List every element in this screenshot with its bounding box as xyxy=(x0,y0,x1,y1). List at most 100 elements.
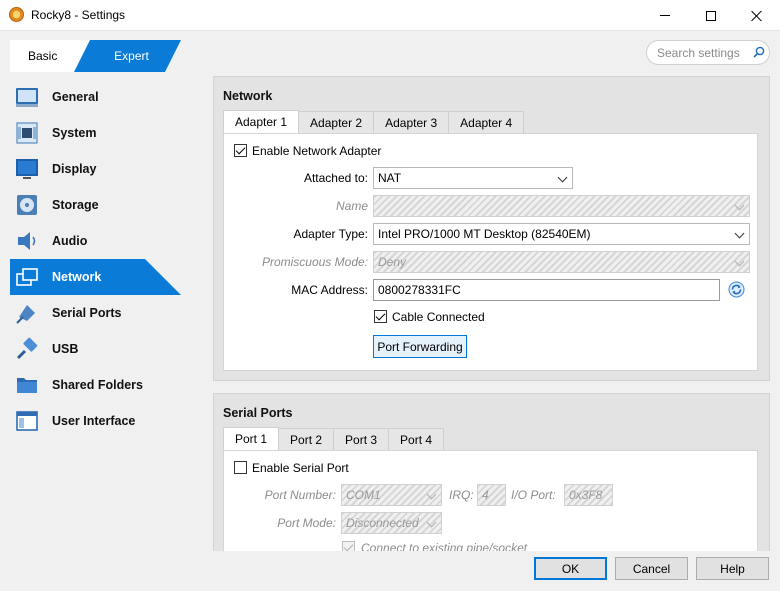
sidebar-item-label: Network xyxy=(52,270,102,284)
port-number-label: Port Number: xyxy=(264,488,336,502)
adapter-type-select[interactable]: Intel PRO/1000 MT Desktop (82540EM) xyxy=(373,223,750,245)
adapter-type-label: Adapter Type: xyxy=(293,227,369,241)
cable-connected-label: Cable Connected xyxy=(392,310,485,324)
tab-adapter-3[interactable]: Adapter 3 xyxy=(373,111,450,133)
general-icon xyxy=(16,88,38,107)
mac-address-label: MAC Address: xyxy=(291,283,368,297)
title-bar: Rocky8 - Settings xyxy=(0,0,780,31)
attached-to-select[interactable]: NAT xyxy=(373,167,573,189)
dialog-button-bar: OK Cancel Help xyxy=(0,551,780,591)
promiscuous-mode-select[interactable]: Deny xyxy=(373,251,750,273)
mac-address-field[interactable]: 0800278331FC xyxy=(373,279,720,301)
expert-mode-button[interactable]: Expert xyxy=(74,40,181,72)
chevron-down-icon xyxy=(734,256,745,267)
promiscuous-mode-value: Deny xyxy=(378,255,407,269)
maximize-icon xyxy=(706,10,716,21)
cancel-button[interactable]: Cancel xyxy=(615,557,688,580)
adapter-tabs: Adapter 1 Adapter 2 Adapter 3 Adapter 4 xyxy=(223,110,525,133)
ok-button[interactable]: OK xyxy=(534,557,607,580)
sidebar-item-label: Display xyxy=(52,162,97,176)
adapter-type-value: Intel PRO/1000 MT Desktop (82540EM) xyxy=(378,227,591,241)
tab-adapter-4[interactable]: Adapter 4 xyxy=(448,111,525,133)
minimize-icon xyxy=(660,15,670,16)
io-port-label: I/O Port: xyxy=(511,488,556,502)
virtualbox-app-icon xyxy=(9,7,24,22)
sidebar-item-label: Storage xyxy=(52,198,99,212)
search-input[interactable] xyxy=(657,45,747,61)
port-number-select[interactable]: COM1 xyxy=(341,484,442,506)
audio-speaker-icon xyxy=(18,232,36,250)
display-monitor-icon xyxy=(16,159,38,179)
enable-network-adapter-label: Enable Network Adapter xyxy=(252,144,382,158)
cable-connected-checkbox[interactable] xyxy=(374,310,387,323)
maximize-button[interactable] xyxy=(688,0,734,31)
tab-port-4[interactable]: Port 4 xyxy=(388,428,445,450)
sidebar-item-network[interactable]: Network xyxy=(0,259,200,295)
irq-field[interactable]: 4 xyxy=(477,484,506,506)
port-forwarding-button[interactable]: Port Forwarding xyxy=(373,335,467,358)
search-box xyxy=(646,40,770,65)
port-mode-value: Disconnected xyxy=(346,516,419,530)
tab-port-2[interactable]: Port 2 xyxy=(278,428,335,450)
serial-port-icon xyxy=(16,305,35,324)
storage-disk-icon xyxy=(17,195,37,215)
tab-port-3[interactable]: Port 3 xyxy=(333,428,390,450)
sidebar-item-label: Serial Ports xyxy=(52,306,122,320)
chevron-down-icon xyxy=(426,517,437,528)
chevron-down-icon xyxy=(734,228,745,239)
serial-ports-section-title: Serial Ports xyxy=(223,406,293,420)
sidebar-item-label: System xyxy=(52,126,97,140)
close-button[interactable] xyxy=(734,0,780,31)
sidebar-item-serial-ports[interactable]: Serial Ports xyxy=(0,295,200,331)
enable-serial-port-checkbox[interactable] xyxy=(234,461,247,474)
sidebar: General System Display Storage Audio Net… xyxy=(0,79,200,439)
attached-to-label: Attached to: xyxy=(303,171,368,185)
io-port-value: 0x3F8 xyxy=(569,488,603,502)
promiscuous-mode-label: Promiscuous Mode: xyxy=(261,255,368,269)
system-chip-icon xyxy=(16,122,38,144)
tab-adapter-2[interactable]: Adapter 2 xyxy=(298,111,375,133)
port-tabs: Port 1 Port 2 Port 3 Port 4 xyxy=(223,427,445,450)
enable-network-adapter-checkbox[interactable] xyxy=(234,144,247,157)
port-mode-label: Port Mode: xyxy=(277,516,336,530)
window-title: Rocky8 - Settings xyxy=(31,8,126,22)
sidebar-item-label: User Interface xyxy=(52,414,136,428)
sidebar-item-general[interactable]: General xyxy=(0,79,200,115)
chevron-down-icon xyxy=(734,200,745,211)
minimize-button[interactable] xyxy=(642,0,688,31)
sidebar-item-label: Audio xyxy=(52,234,88,248)
help-button[interactable]: Help xyxy=(696,557,769,580)
port-number-value: COM1 xyxy=(346,488,381,502)
sidebar-item-label: General xyxy=(52,90,99,104)
search-icon[interactable] xyxy=(753,46,765,58)
sidebar-item-user-interface[interactable]: User Interface xyxy=(0,403,200,439)
usb-icon xyxy=(16,337,38,360)
enable-serial-port-label: Enable Serial Port xyxy=(252,461,349,475)
name-label: Name xyxy=(335,199,368,213)
tab-port-1[interactable]: Port 1 xyxy=(223,427,280,450)
network-section-title: Network xyxy=(223,89,273,103)
tab-adapter-1[interactable]: Adapter 1 xyxy=(223,110,300,133)
sidebar-item-shared-folders[interactable]: Shared Folders xyxy=(0,367,200,403)
sidebar-item-system[interactable]: System xyxy=(0,115,200,151)
chevron-down-icon xyxy=(426,489,437,500)
mode-switch: Basic Expert xyxy=(10,40,181,72)
name-select[interactable] xyxy=(373,195,750,217)
irq-value: 4 xyxy=(482,488,489,502)
sidebar-item-label: USB xyxy=(52,342,79,356)
adapter-tab-body: Enable Network Adapter Attached to: NAT … xyxy=(223,133,758,371)
refresh-mac-icon[interactable] xyxy=(728,281,745,298)
io-port-field[interactable]: 0x3F8 xyxy=(564,484,613,506)
network-icon xyxy=(16,268,38,286)
attached-to-value: NAT xyxy=(378,171,402,185)
sidebar-item-storage[interactable]: Storage xyxy=(0,187,200,223)
port-mode-select[interactable]: Disconnected xyxy=(341,512,442,534)
network-section: Network Adapter 1 Adapter 2 Adapter 3 Ad… xyxy=(213,76,770,381)
chevron-down-icon xyxy=(557,172,568,183)
sidebar-item-usb[interactable]: USB xyxy=(0,331,200,367)
irq-label: IRQ: xyxy=(449,488,474,502)
sidebar-item-display[interactable]: Display xyxy=(0,151,200,187)
user-interface-icon xyxy=(16,411,38,431)
sidebar-item-audio[interactable]: Audio xyxy=(0,223,200,259)
folder-icon xyxy=(17,378,37,393)
